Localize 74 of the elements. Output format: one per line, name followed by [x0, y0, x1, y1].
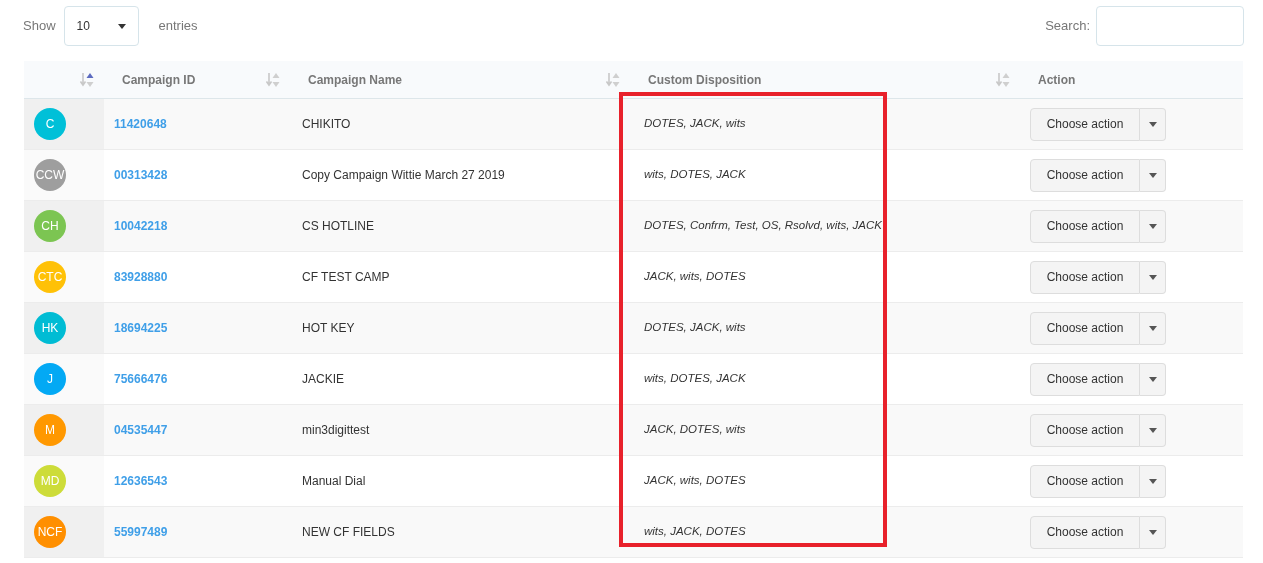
column-header[interactable]: Action: [1038, 70, 1076, 89]
campaign-name: CHIKITO: [302, 116, 351, 133]
caret-icon: [1148, 376, 1157, 382]
disposition-text: DOTES, Confrm, Test, OS, Rsolvd, wits, JACK: [644, 218, 882, 234]
choose-action-button[interactable]: Choose action: [1030, 464, 1140, 498]
dropdown-toggle[interactable]: [1140, 311, 1166, 345]
search-label: Search:: [1045, 17, 1090, 36]
column-header[interactable]: Campaign Name: [308, 70, 403, 89]
campaign-name: min3digittest: [302, 422, 370, 439]
campaign-id-link[interactable]: 75666476: [114, 370, 168, 388]
choose-action-button[interactable]: Choose action: [1030, 260, 1140, 294]
caret-icon: [1148, 427, 1157, 433]
disposition-text: DOTES, JACK, wits: [644, 116, 746, 132]
campaign-name: CF TEST CAMP: [302, 269, 390, 286]
avatar: M: [34, 414, 66, 446]
dropdown-toggle[interactable]: [1140, 515, 1166, 549]
campaign-name: Manual Dial: [302, 473, 366, 490]
campaign-name: Copy Campaign Wittie March 27 2019: [302, 167, 505, 184]
caret-icon: [1148, 121, 1157, 127]
dropdown-toggle[interactable]: [1140, 464, 1166, 498]
choose-action-button[interactable]: Choose action: [1030, 362, 1140, 396]
campaign-id-link[interactable]: 11420648: [114, 115, 167, 133]
dropdown-toggle[interactable]: [1140, 413, 1166, 447]
avatar: CCW: [34, 159, 66, 191]
campaign-id-link[interactable]: 18694225: [114, 319, 168, 337]
choose-action-button[interactable]: Choose action: [1030, 209, 1140, 243]
avatar: CTC: [34, 261, 66, 293]
avatar: HK: [34, 312, 66, 344]
disposition-text: wits, DOTES, JACK: [644, 371, 746, 387]
avatar: NCF: [34, 516, 66, 548]
avatar: MD: [34, 465, 66, 497]
campaign-name: CS HOTLINE: [302, 218, 374, 235]
avatar: CH: [34, 210, 66, 242]
campaign-name: NEW CF FIELDS: [302, 524, 395, 541]
caret-icon: [1148, 274, 1157, 280]
disposition-text: JACK, wits, DOTES: [644, 269, 746, 285]
caret-icon: [1148, 223, 1157, 229]
choose-action-button[interactable]: Choose action: [1030, 515, 1140, 549]
disposition-text: JACK, wits, DOTES: [644, 473, 746, 489]
campaign-id-link[interactable]: 55997489: [114, 523, 168, 541]
avatar: C: [34, 108, 66, 140]
caret-icon: [1148, 172, 1157, 178]
entries-select[interactable]: 10: [63, 6, 139, 46]
disposition-text: wits, JACK, DOTES: [644, 524, 746, 540]
show-label: Show: [23, 17, 56, 36]
choose-action-button[interactable]: Choose action: [1030, 158, 1140, 192]
campaign-id-link[interactable]: 00313428: [114, 166, 168, 184]
choose-action-button[interactable]: Choose action: [1030, 413, 1140, 447]
dropdown-toggle[interactable]: [1140, 362, 1166, 396]
campaign-id-link[interactable]: 10042218: [114, 217, 168, 235]
caret-icon: [1148, 478, 1157, 484]
column-header[interactable]: Custom Disposition: [648, 70, 762, 89]
choose-action-button[interactable]: Choose action: [1030, 107, 1140, 141]
campaign-id-link[interactable]: 12636543: [114, 472, 168, 490]
dropdown-toggle[interactable]: [1140, 260, 1166, 294]
search-field[interactable]: [1096, 6, 1244, 46]
dropdown-toggle[interactable]: [1140, 209, 1166, 243]
caret-icon: [1148, 529, 1157, 535]
sort-icon[interactable]: [80, 71, 94, 88]
caret-icon: [117, 23, 126, 29]
disposition-text: DOTES, JACK, wits: [644, 320, 746, 336]
disposition-text: JACK, DOTES, wits: [644, 422, 746, 438]
column-header[interactable]: Campaign ID: [122, 70, 196, 89]
campaign-name: JACKIE: [302, 371, 344, 388]
caret-icon: [1148, 325, 1157, 331]
campaign-name: HOT KEY: [302, 320, 355, 337]
dropdown-toggle[interactable]: [1140, 158, 1166, 192]
choose-action-button[interactable]: Choose action: [1030, 311, 1140, 345]
campaign-id-link[interactable]: 83928880: [114, 268, 168, 286]
campaign-id-link[interactable]: 04535447: [114, 421, 168, 439]
entries-label: entries: [158, 17, 198, 36]
disposition-text: wits, DOTES, JACK: [644, 167, 746, 183]
avatar: J: [34, 363, 66, 395]
dropdown-toggle[interactable]: [1140, 107, 1166, 141]
